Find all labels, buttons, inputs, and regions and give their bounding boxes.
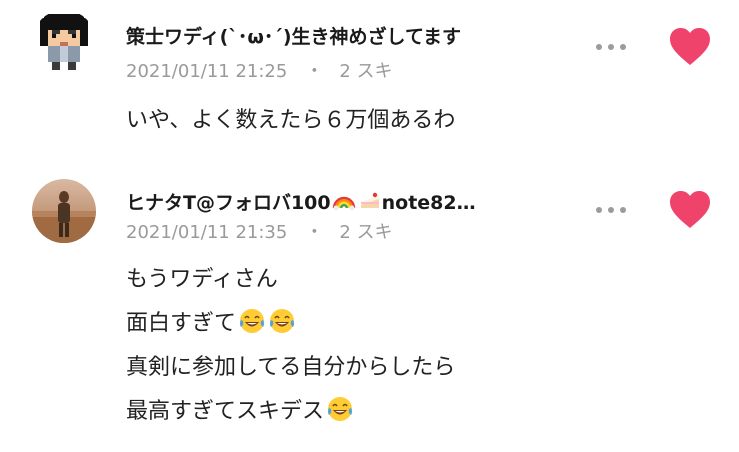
comment-meta: 2021/01/11 21:25 ・ 2 スキ xyxy=(126,57,393,83)
like-heart-icon[interactable] xyxy=(668,27,712,67)
cake-emoji-icon xyxy=(360,192,379,208)
comment-item: 策士ワディ(`･ω･´)生き神めざしてます 2021/01/11 21:25 ・ 2… xyxy=(0,0,739,160)
line-text: 真剣に参加してる自分からしたら xyxy=(126,355,456,380)
meta-separator: ・ xyxy=(305,61,324,82)
comment-body: もうワディさん 面白すぎて 真剣に参加してる自分からしたら 最高すぎてスキデス xyxy=(126,258,455,434)
rainbow-emoji-icon xyxy=(332,196,355,211)
comment-item: ヒナタT@フォロバ100 note82… 2021/01/11 21:35 ・ 2 … xyxy=(0,168,739,452)
comment-body-line: 真剣に参加してる自分からしたら xyxy=(126,346,455,390)
author-suffix: note82… xyxy=(381,192,476,214)
author-name: ヒナタT@フォロバ100 xyxy=(126,192,331,214)
comment-author[interactable]: ヒナタT@フォロバ100 note82… xyxy=(126,188,476,215)
photo-avatar-icon xyxy=(32,179,96,243)
comment-author[interactable]: 策士ワディ(`･ω･´)生き神めざしてます xyxy=(126,22,461,49)
tears-of-joy-emoji-icon xyxy=(270,309,295,333)
comment-body-line: もうワディさん xyxy=(126,258,455,302)
meta-separator: ・ xyxy=(305,222,324,243)
comment-meta: 2021/01/11 21:35 ・ 2 スキ xyxy=(126,218,393,244)
line-text: もうワディさん xyxy=(126,267,278,292)
more-options-icon[interactable] xyxy=(594,205,628,215)
like-heart-icon[interactable] xyxy=(668,190,712,230)
more-options-icon[interactable] xyxy=(594,42,628,52)
comment-body-line: 最高すぎてスキデス xyxy=(126,390,455,434)
pixel-character-avatar-icon xyxy=(32,10,96,74)
tears-of-joy-emoji-icon xyxy=(240,309,265,333)
line-text: 最高すぎてスキデス xyxy=(126,399,325,424)
like-count[interactable]: 2 スキ xyxy=(339,57,392,83)
tears-of-joy-emoji-icon xyxy=(328,397,353,421)
avatar[interactable] xyxy=(32,10,96,74)
like-count[interactable]: 2 スキ xyxy=(339,218,392,244)
comment-date: 2021/01/11 21:35 xyxy=(126,222,288,243)
comment-body: いや、よく数えたら６万個あるわ xyxy=(126,108,456,133)
line-text: 面白すぎて xyxy=(126,311,237,336)
comment-body-line: 面白すぎて xyxy=(126,302,455,346)
comment-date: 2021/01/11 21:25 xyxy=(126,61,288,82)
avatar[interactable] xyxy=(32,179,96,243)
